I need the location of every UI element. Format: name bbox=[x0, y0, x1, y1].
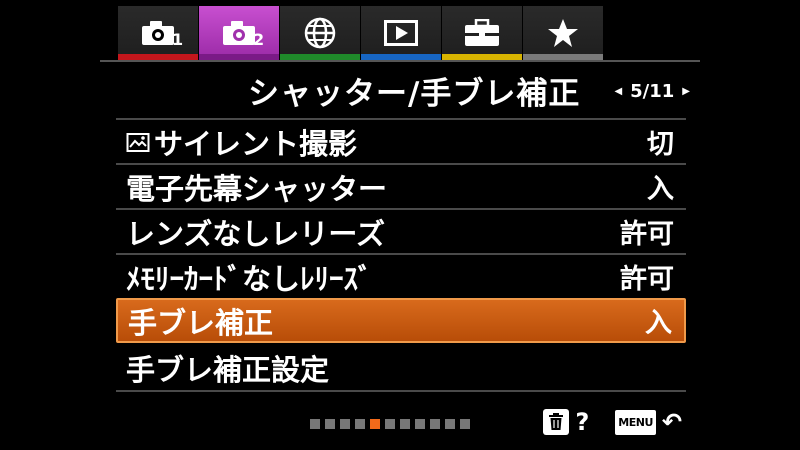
page-indicator: ◀ 5/11 ▶ bbox=[614, 81, 690, 102]
page-dots bbox=[310, 419, 470, 429]
toolbox-icon bbox=[465, 19, 499, 46]
back-icon[interactable]: ↶ bbox=[662, 408, 682, 436]
page-dot bbox=[430, 419, 440, 429]
footer-controls: ? MENU ↶ bbox=[543, 408, 682, 436]
globe-icon bbox=[304, 17, 336, 49]
menu-button-icon[interactable]: MENU bbox=[615, 409, 656, 435]
page-dot bbox=[445, 419, 455, 429]
silent-shooting-icon bbox=[126, 132, 150, 152]
page-title: シャッター/手ブレ補正 bbox=[248, 76, 581, 112]
chevron-left-icon[interactable]: ◀ bbox=[614, 86, 622, 97]
menu-item-value: 入 bbox=[645, 308, 672, 339]
tab-number: 2 bbox=[253, 30, 265, 49]
help-icon[interactable]: ? bbox=[575, 408, 589, 436]
page-number: 5/11 bbox=[630, 81, 675, 102]
menu-item-label: 手ブレ補正 bbox=[128, 305, 274, 340]
playback-icon bbox=[384, 20, 418, 46]
menu-item-silent-shooting[interactable]: サイレント撮影 切 bbox=[116, 118, 686, 163]
camera-1-icon bbox=[142, 21, 174, 45]
tab-setup[interactable] bbox=[441, 6, 522, 60]
chevron-right-icon[interactable]: ▶ bbox=[682, 86, 690, 97]
page-dot bbox=[415, 419, 425, 429]
page-dot bbox=[340, 419, 350, 429]
menu-item-label: 電子先幕シャッター bbox=[126, 171, 388, 206]
menu-item-release-without-card[interactable]: ﾒﾓﾘｰｶｰﾄﾞなしﾚﾘｰｽﾞ 許可 bbox=[116, 253, 686, 298]
camera-2-icon bbox=[223, 21, 255, 45]
star-icon bbox=[548, 19, 578, 47]
page-dot bbox=[355, 419, 365, 429]
page-dot bbox=[460, 419, 470, 429]
menu-item-value: 切 bbox=[647, 129, 674, 160]
page-dot bbox=[400, 419, 410, 429]
trash-icon[interactable] bbox=[543, 409, 570, 435]
page-dot bbox=[325, 419, 335, 429]
tab-my-menu[interactable] bbox=[522, 6, 603, 60]
page-dot bbox=[385, 419, 395, 429]
camera-menu-screen: 1 2 シャッター/手ブレ補正 ◀ 5/11 ▶ サイレント撮影 切 電子先幕シ… bbox=[100, 0, 700, 450]
tab-number: 1 bbox=[172, 30, 184, 49]
menu-item-value: 許可 bbox=[620, 264, 674, 295]
menu-item-label: ﾒﾓﾘｰｶｰﾄﾞなしﾚﾘｰｽﾞ bbox=[126, 261, 373, 296]
page-dot bbox=[310, 419, 320, 429]
menu-item-label-wrap: サイレント撮影 bbox=[126, 121, 357, 163]
tab-camera-1[interactable]: 1 bbox=[117, 6, 198, 60]
menu-item-steadyshot[interactable]: 手ブレ補正 入 bbox=[116, 298, 686, 343]
menu-item-steadyshot-settings[interactable]: 手ブレ補正設定 bbox=[116, 343, 686, 392]
tab-network[interactable] bbox=[279, 6, 360, 60]
tab-camera-2[interactable]: 2 bbox=[198, 6, 279, 60]
menu-item-label: サイレント撮影 bbox=[154, 126, 358, 161]
menu-item-release-without-lens[interactable]: レンズなしレリーズ 許可 bbox=[116, 208, 686, 253]
menu-item-label: 手ブレ補正設定 bbox=[126, 352, 330, 387]
menu-header: シャッター/手ブレ補正 ◀ 5/11 ▶ bbox=[100, 62, 700, 118]
menu-item-e-front-curtain[interactable]: 電子先幕シャッター 入 bbox=[116, 163, 686, 208]
tab-playback[interactable] bbox=[360, 6, 441, 60]
menu-list: サイレント撮影 切 電子先幕シャッター 入 レンズなしレリーズ 許可 ﾒﾓﾘｰｶ… bbox=[116, 118, 686, 392]
menu-tab-bar: 1 2 bbox=[117, 6, 603, 60]
page-dot-current bbox=[370, 419, 380, 429]
menu-item-value: 入 bbox=[647, 174, 674, 205]
menu-item-value: 許可 bbox=[620, 219, 674, 250]
menu-item-label: レンズなしレリーズ bbox=[126, 216, 385, 251]
